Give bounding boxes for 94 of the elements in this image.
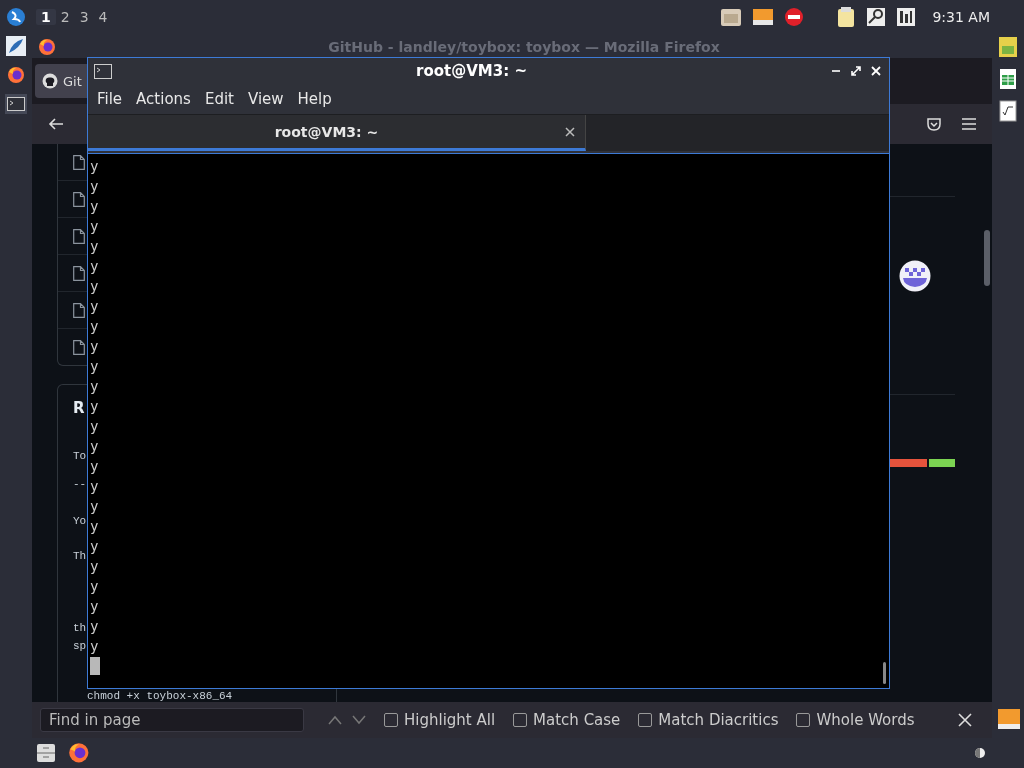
terminal-icon: [94, 63, 112, 79]
drive-icon[interactable]: [997, 707, 1021, 731]
workspace-button[interactable]: 4: [93, 9, 113, 25]
terminal-line: y: [90, 357, 100, 376]
presentation-icon[interactable]: [998, 36, 1018, 58]
file-cabinet-icon[interactable]: [36, 743, 56, 763]
file-icon[interactable]: [73, 302, 85, 318]
terminal-line: y: [90, 517, 100, 536]
window-title: GitHub - landley/toybox: toybox — Mozilla Firefox: [327, 39, 721, 55]
drive-icon[interactable]: [752, 7, 775, 27]
firefox-icon[interactable]: [68, 742, 90, 764]
stop-icon[interactable]: [784, 7, 805, 27]
terminal-line: y: [90, 597, 100, 616]
pocket-icon[interactable]: [926, 116, 942, 132]
back-arrow-icon[interactable]: [48, 116, 64, 132]
terminal-line: y: [90, 217, 100, 236]
avatar-icon[interactable]: [899, 260, 931, 292]
readme-text: sp: [73, 639, 87, 654]
file-icon[interactable]: [73, 191, 85, 207]
menu-item[interactable]: Edit: [197, 90, 241, 108]
terminal-line: y: [90, 277, 100, 296]
menu-item[interactable]: File: [90, 90, 130, 108]
terminal-line: y: [90, 557, 100, 576]
close-icon[interactable]: [958, 712, 972, 727]
terminal-line: y: [90, 337, 100, 356]
file-icon[interactable]: [73, 265, 85, 281]
readme-text: Yo: [73, 514, 87, 529]
close-icon[interactable]: [565, 126, 575, 137]
terminal-line: y: [90, 397, 100, 416]
checkbox[interactable]: [384, 713, 398, 727]
terminal-line: y: [90, 237, 100, 256]
window-title: root@VM3: ~: [415, 62, 528, 80]
checkbox[interactable]: [638, 713, 653, 727]
clock[interactable]: 9:31 AM: [932, 9, 990, 25]
file-icon[interactable]: [73, 339, 85, 355]
workspace-button[interactable]: 3: [74, 9, 94, 25]
tab-title: root@VM3: ~: [273, 123, 380, 140]
checkbox-label[interactable]: Match Case: [533, 711, 621, 729]
terminal-line: y: [90, 497, 100, 516]
checkbox-label[interactable]: Match Diacritics: [658, 711, 779, 729]
terminal-line: y: [90, 377, 100, 396]
firefox-icon: [38, 38, 56, 56]
firefox-icon[interactable]: [7, 66, 25, 84]
readme-text: th: [73, 621, 87, 636]
readme-heading: R: [73, 399, 85, 417]
menu-item[interactable]: Actions: [129, 90, 198, 108]
workspace-button[interactable]: 1: [36, 9, 56, 25]
feather-icon[interactable]: [6, 36, 26, 56]
terminal-line: y: [90, 637, 100, 656]
readme-text: To: [73, 449, 87, 464]
github-icon: [42, 73, 58, 89]
terminal-tab[interactable]: root@VM3: ~: [88, 115, 586, 151]
maximize-icon[interactable]: [851, 66, 861, 76]
clipboard-icon[interactable]: [836, 6, 857, 28]
find-field[interactable]: Find in page: [40, 708, 304, 732]
menu-item[interactable]: View: [240, 90, 291, 108]
terminal-line: y: [90, 417, 100, 436]
file-icon[interactable]: [73, 228, 85, 244]
tab-title: Git: [63, 73, 82, 89]
menu-icon[interactable]: [962, 118, 976, 130]
spreadsheet-icon[interactable]: [999, 68, 1017, 90]
terminal-line: y: [90, 477, 100, 496]
menu-item[interactable]: Help: [290, 90, 339, 108]
terminal-line: y: [90, 157, 100, 176]
terminal-line: y: [90, 257, 100, 276]
checkbox-label[interactable]: Highlight All: [404, 711, 496, 729]
browser-tab[interactable]: Git: [35, 64, 87, 98]
checkbox[interactable]: [796, 713, 811, 727]
terminal-line: y: [90, 457, 100, 476]
mixer-icon[interactable]: [896, 7, 917, 27]
brightness-icon[interactable]: [972, 745, 988, 761]
text-cursor: [90, 657, 100, 675]
checkbox[interactable]: [513, 713, 528, 727]
file-icon[interactable]: [73, 154, 85, 170]
scrollbar-thumb[interactable]: [883, 662, 886, 684]
terminal-line: y: [90, 297, 100, 316]
terminal-line: y: [90, 537, 100, 556]
checkbox-label[interactable]: Whole Words: [816, 711, 915, 729]
folder-icon[interactable]: [720, 7, 743, 27]
terminal-line: y: [90, 617, 100, 636]
start-menu-icon[interactable]: [6, 7, 26, 27]
terminal-line: y: [90, 437, 100, 456]
formula-icon[interactable]: [999, 100, 1017, 122]
terminal-line: y: [90, 577, 100, 596]
terminal-line: y: [90, 197, 100, 216]
scrollbar-thumb[interactable]: [984, 230, 990, 286]
language-bar: [889, 459, 955, 467]
terminal-line: y: [90, 177, 100, 196]
readme-text: Th: [73, 549, 87, 564]
terminal-line: y: [90, 317, 100, 336]
readme-text: --: [73, 477, 87, 492]
code-line: chmod +x toybox-x86_64: [87, 690, 233, 702]
workspace-button[interactable]: 2: [55, 9, 75, 25]
terminal-icon[interactable]: [5, 94, 27, 114]
